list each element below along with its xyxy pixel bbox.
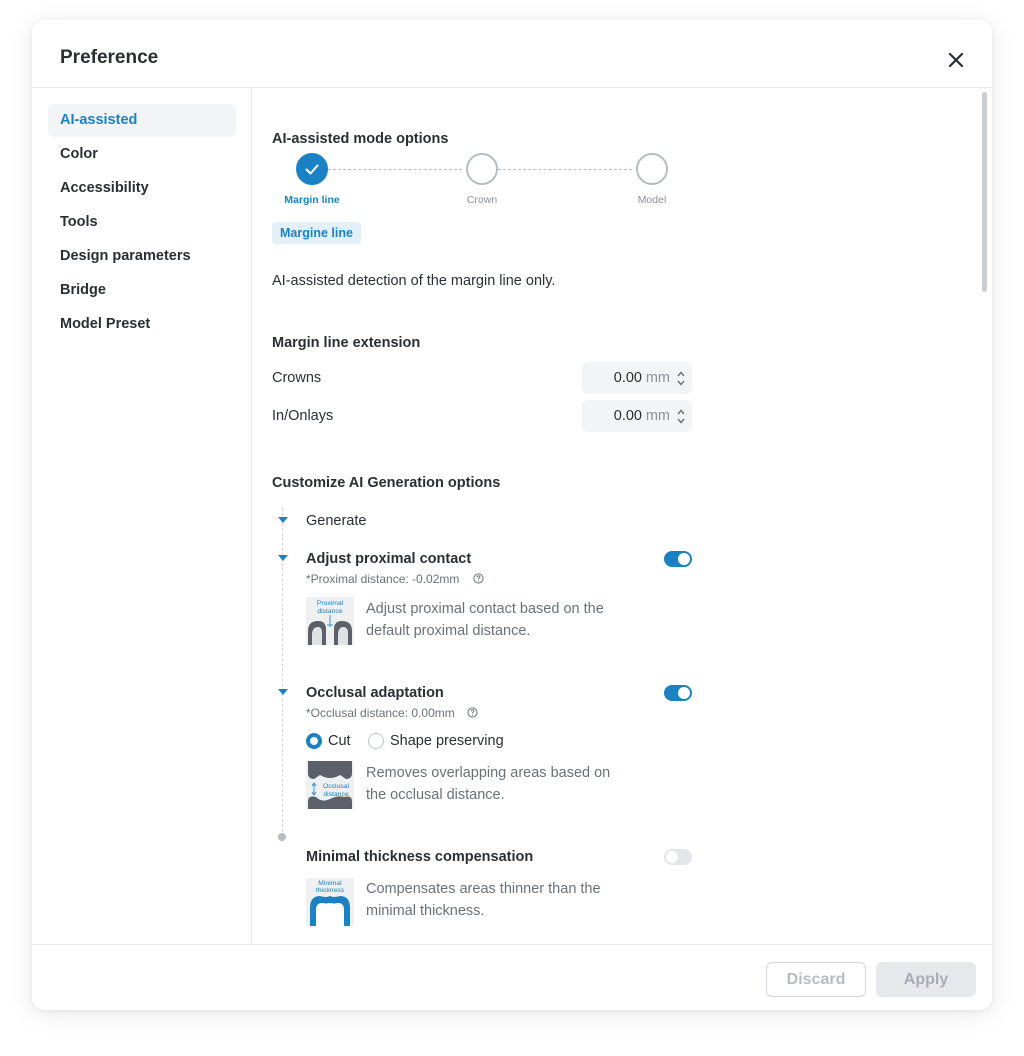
sidebar-item-tools[interactable]: Tools [48,206,236,239]
crowns-unit: mm [645,370,670,386]
radio-cut[interactable] [306,733,322,749]
thickness-label: Minimal thickness compensation [306,849,534,865]
check-icon [305,164,319,175]
proximal-sub: *Proximal distance: -0.02mm [306,572,460,586]
step-crown[interactable] [466,153,498,185]
sidebar-item-bridge[interactable]: Bridge [48,274,236,307]
close-icon [948,52,964,68]
proximal-thumb-text: distance [317,608,343,615]
caret-down-icon[interactable] [277,515,289,525]
occlusal-description: the occlusal distance. [366,787,505,803]
sidebar: AI-assisted Color Accessibility Tools De… [32,88,252,944]
mode-badge: Margine line [272,222,361,244]
radio-shape-preserving[interactable] [368,733,384,749]
step-label-crown: Crown [466,194,498,206]
step-model[interactable] [636,153,668,185]
step-label-margin-line: Margin line [284,194,340,206]
extension-title: Margin line extension [272,335,421,351]
proximal-description: default proximal distance. [366,623,531,639]
radio-cut-label[interactable]: Cut [328,733,351,749]
scrollbar[interactable] [982,92,987,292]
minimal-thickness-thumbnail: Minimal thickness [306,878,354,926]
occlusal-thumb-text: Occlusal [323,783,350,790]
spinner-down-icon[interactable] [676,417,686,425]
generation-title: Customize AI Generation options [272,475,501,491]
generate-label: Generate [306,513,367,529]
occlusal-toggle[interactable] [664,685,692,701]
spinner-down-icon[interactable] [676,379,686,387]
step-connector [328,169,462,170]
proximal-contact-thumbnail: Proximal distance [306,597,354,645]
radio-shape-preserving-label[interactable]: Shape preserving [390,733,504,749]
occlusal-sub: *Occlusal distance: 0.00mm [306,706,455,720]
inonlays-unit: mm [645,408,670,424]
occlusal-label: Occlusal adaptation [306,685,444,701]
proximal-description: Adjust proximal contact based on the [366,601,604,617]
sidebar-item-ai-assisted[interactable]: AI-assisted [48,104,236,137]
sidebar-item-design-parameters[interactable]: Design parameters [48,240,236,273]
proximal-thumb-text: Proximal [317,600,344,607]
spinner-up-icon[interactable] [676,408,686,416]
mode-description: AI-assisted detection of the margin line… [272,273,556,289]
step-connector [498,169,632,170]
discard-button[interactable]: Discard [766,962,866,997]
toggle-knob [666,851,678,863]
sidebar-item-color[interactable]: Color [48,138,236,171]
crowns-label: Crowns [272,370,322,386]
thickness-toggle[interactable] [664,849,692,865]
occlusal-description: Removes overlapping areas based on [366,765,611,781]
close-button[interactable] [944,48,968,72]
toggle-knob [678,553,690,565]
inonlays-label: In/Onlays [272,408,334,424]
step-margin-line[interactable] [296,153,328,185]
ai-mode-title: AI-assisted mode options [272,131,449,147]
crowns-stepper[interactable]: 0.00 mm [582,362,692,394]
crowns-value[interactable]: 0.00 [614,370,642,386]
help-icon[interactable] [467,707,478,718]
inonlays-value[interactable]: 0.00 [614,408,642,424]
occlusal-adaptation-thumbnail: Occlusal distance [306,761,354,809]
spinner-up-icon[interactable] [676,370,686,378]
apply-button[interactable]: Apply [876,962,976,997]
help-icon[interactable] [473,573,484,584]
sidebar-item-model-preset[interactable]: Model Preset [48,308,236,341]
caret-down-icon[interactable] [277,687,289,697]
dialog-header: Preference [32,20,992,88]
thickness-thumb-text: thickness [316,887,345,894]
thickness-thumb-text: Minimal [318,880,342,887]
content-panel: AI-assisted mode options Margin line Cro… [252,88,992,944]
sidebar-item-accessibility[interactable]: Accessibility [48,172,236,205]
caret-down-icon[interactable] [277,553,289,563]
dialog-footer: Discard Apply [32,944,992,1010]
step-label-model: Model [637,194,667,206]
dialog-title: Preference [60,47,159,68]
tree-dot [278,833,286,841]
proximal-toggle[interactable] [664,551,692,567]
preference-dialog: Preference AI-assisted Color Accessibili… [32,20,992,1010]
occlusal-thumb-text: distance [323,791,349,798]
thickness-description: minimal thickness. [366,903,485,919]
inonlays-stepper[interactable]: 0.00 mm [582,400,692,432]
proximal-label: Adjust proximal contact [306,551,472,567]
thickness-description: Compensates areas thinner than the [366,881,601,897]
toggle-knob [678,687,690,699]
